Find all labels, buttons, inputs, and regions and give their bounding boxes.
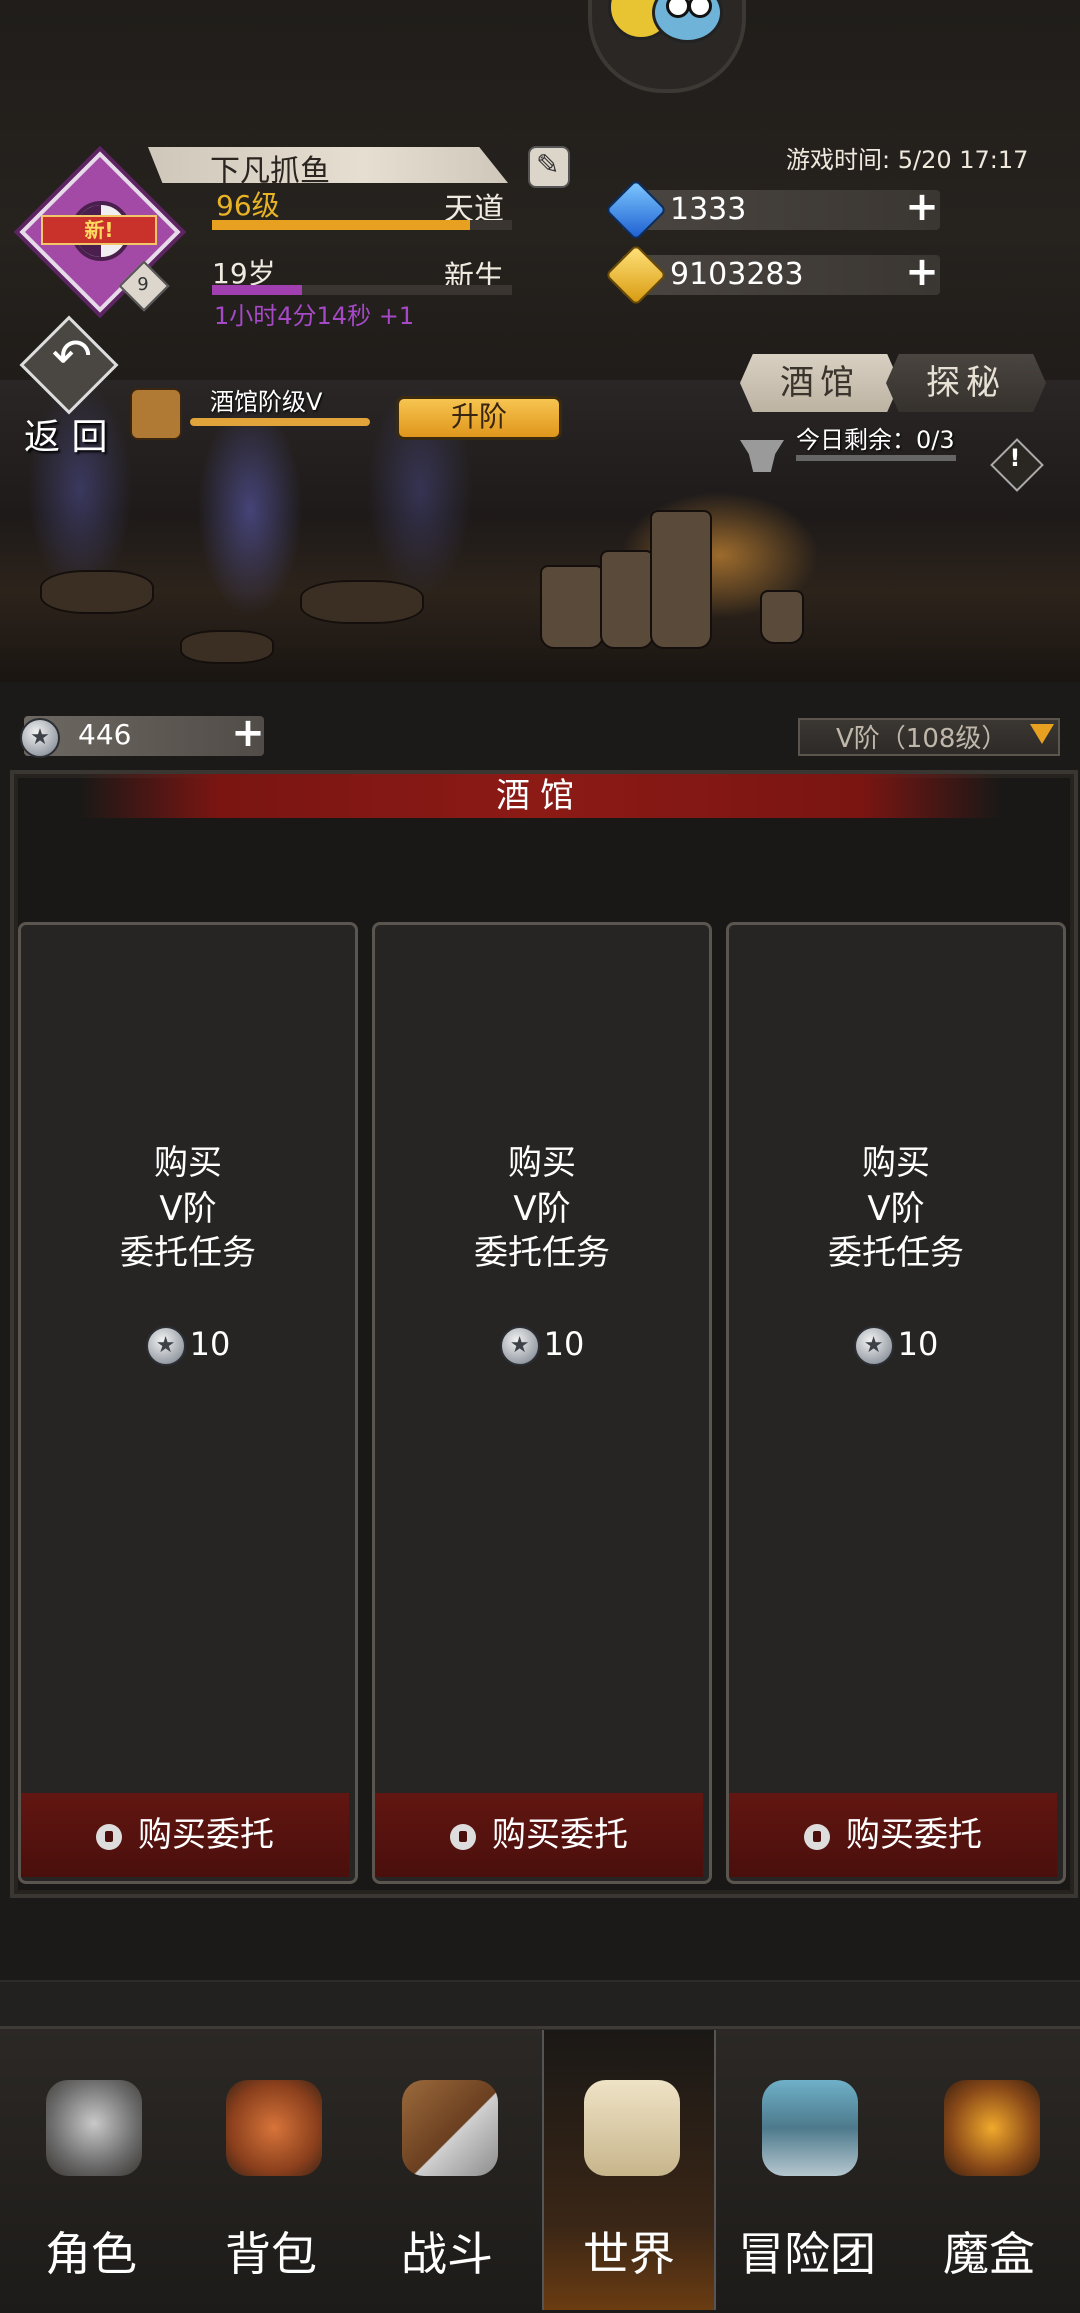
nav-label: 冒险团 bbox=[738, 2227, 876, 2281]
lock-icon bbox=[96, 1823, 122, 1850]
footer-strip bbox=[0, 1980, 1080, 2032]
nav-label: 魔盒 bbox=[943, 2227, 1035, 2281]
commission-card: 购买 V阶 委托任务 10 购买委托 bbox=[18, 922, 358, 1884]
nav-label: 背包 bbox=[225, 2227, 317, 2281]
buy-commission-button[interactable]: 购买委托 bbox=[375, 1793, 703, 1877]
back-arrow-icon bbox=[19, 315, 119, 415]
dropdown-arrow-icon[interactable] bbox=[1030, 724, 1054, 744]
info-glyph[interactable]: ! bbox=[1004, 444, 1026, 472]
card-line-task: 委托任务 bbox=[120, 1233, 256, 1273]
card-price-value: 10 bbox=[543, 1325, 585, 1363]
level-progress-bar bbox=[212, 220, 512, 230]
panel-title: 酒馆 bbox=[496, 776, 584, 816]
tab-explore[interactable]: 探秘 bbox=[886, 354, 1046, 412]
add-gems-button[interactable]: + bbox=[902, 187, 942, 228]
lock-icon bbox=[804, 1823, 830, 1850]
buy-commission-label[interactable]: 购买委托 bbox=[138, 1815, 274, 1855]
silver-resource: 446 + bbox=[20, 713, 266, 758]
buy-commission-label[interactable]: 购买委托 bbox=[846, 1815, 982, 1855]
nav-magic-box[interactable]: 魔盒 bbox=[904, 2030, 1074, 2310]
tab-tavern[interactable]: 酒馆 bbox=[740, 354, 900, 412]
magic-box-icon bbox=[944, 2080, 1040, 2176]
card-line-tier: V阶 bbox=[159, 1189, 217, 1229]
nav-world[interactable]: 世界 bbox=[542, 2030, 716, 2310]
helmet-icon bbox=[46, 2080, 142, 2176]
tavern-level-bar bbox=[190, 418, 370, 426]
back-label[interactable]: 返 回 bbox=[24, 408, 107, 460]
card-line-task: 委托任务 bbox=[474, 1233, 610, 1273]
avatar[interactable]: 新! 9 bbox=[19, 151, 181, 313]
silver-coin-icon bbox=[20, 718, 60, 758]
card-price: 10 bbox=[21, 1325, 355, 1366]
nav-backpack[interactable]: 背包 bbox=[186, 2030, 356, 2310]
card-line-tier: V阶 bbox=[867, 1189, 925, 1229]
new-badge: 新! bbox=[41, 215, 157, 245]
card-line-buy: 购买 bbox=[508, 1143, 576, 1183]
daily-remaining: 今日剩余：0/3 bbox=[796, 426, 955, 454]
card-line-task: 委托任务 bbox=[828, 1233, 964, 1273]
commission-card: 购买 V阶 委托任务 10 购买委托 bbox=[726, 922, 1066, 1884]
edit-name-button[interactable] bbox=[528, 146, 570, 188]
player-level: 96级 bbox=[216, 189, 280, 222]
card-price-value: 10 bbox=[897, 1325, 939, 1363]
buy-commission-button[interactable]: 购买委托 bbox=[21, 1793, 349, 1877]
nav-character[interactable]: 角色 bbox=[6, 2030, 176, 2310]
card-line-tier: V阶 bbox=[513, 1189, 571, 1229]
level-progress-fill bbox=[212, 220, 470, 230]
add-gold-button[interactable]: + bbox=[902, 252, 942, 293]
silver-count: 446 bbox=[78, 718, 132, 751]
tier-dropdown[interactable]: V阶（108级） bbox=[798, 718, 1060, 756]
card-price: 10 bbox=[375, 1325, 709, 1366]
card-line-buy: 购买 bbox=[862, 1143, 930, 1183]
add-silver-button[interactable]: + bbox=[230, 713, 266, 754]
age-progress-fill bbox=[212, 285, 302, 295]
tavern-level-label: 酒馆阶级V bbox=[210, 388, 323, 416]
silver-coin-icon bbox=[145, 1326, 186, 1366]
game-time: 游戏时间: 5/20 17:17 bbox=[786, 146, 1029, 174]
nav-label: 战斗 bbox=[401, 2227, 493, 2281]
commission-card: 购买 V阶 委托任务 10 购买委托 bbox=[372, 922, 712, 1884]
scroll-icon bbox=[584, 2080, 680, 2176]
nav-battle[interactable]: 战斗 bbox=[362, 2030, 532, 2310]
card-price: 10 bbox=[729, 1325, 1063, 1366]
silver-coin-icon bbox=[499, 1326, 540, 1366]
buy-commission-label[interactable]: 购买委托 bbox=[492, 1815, 628, 1855]
castle-icon bbox=[762, 2080, 858, 2176]
nav-label: 角色 bbox=[45, 2227, 137, 2281]
gem-count: 1333 bbox=[670, 192, 747, 227]
daily-remaining-bar bbox=[796, 455, 956, 461]
gold-resource: 9103283 + bbox=[604, 243, 942, 307]
age-timer: 1小时4分14秒 +1 bbox=[214, 302, 415, 330]
beer-mug-icon bbox=[130, 388, 182, 440]
nav-label: 世界 bbox=[583, 2227, 675, 2281]
gem-resource: 1333 + bbox=[604, 178, 942, 242]
card-line-buy: 购买 bbox=[154, 1143, 222, 1183]
backpack-icon bbox=[226, 2080, 322, 2176]
upgrade-button[interactable]: 升阶 bbox=[396, 396, 562, 440]
gold-count: 9103283 bbox=[670, 257, 804, 292]
silver-coin-icon bbox=[853, 1326, 894, 1366]
lock-icon bbox=[450, 1823, 476, 1850]
nav-adventure-team[interactable]: 冒险团 bbox=[722, 2030, 892, 2310]
sword-shield-icon bbox=[402, 2080, 498, 2176]
card-price-value: 10 bbox=[189, 1325, 231, 1363]
age-progress-bar bbox=[212, 285, 512, 295]
buy-commission-button[interactable]: 购买委托 bbox=[729, 1793, 1057, 1877]
avatar-level-badge: 9 bbox=[137, 274, 149, 295]
